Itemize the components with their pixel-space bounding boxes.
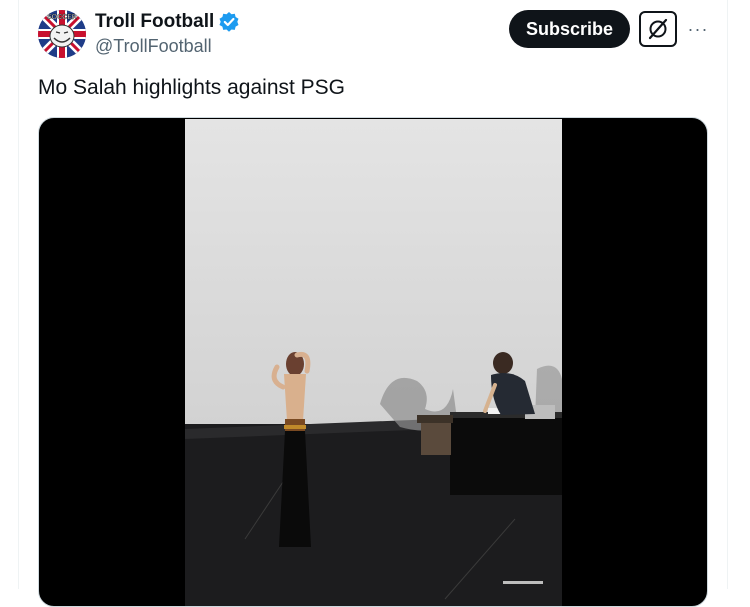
- name-row: Troll Football: [95, 11, 240, 33]
- display-name[interactable]: Troll Football: [95, 11, 214, 33]
- video-frame: [185, 119, 562, 606]
- grok-icon[interactable]: [639, 11, 677, 47]
- tweet-text: Mo Salah highlights against PSG: [38, 76, 346, 99]
- subscribe-button[interactable]: Subscribe: [509, 10, 630, 48]
- handle[interactable]: @TrollFootball: [95, 36, 212, 57]
- avatar-text: SOCCER: [47, 14, 77, 21]
- more-options-icon[interactable]: ···: [686, 15, 710, 43]
- video-player[interactable]: [38, 117, 708, 607]
- verified-badge-icon[interactable]: [218, 11, 240, 33]
- troll-face-union-jack-avatar: SOCCER: [38, 10, 86, 58]
- avatar[interactable]: SOCCER: [38, 10, 86, 58]
